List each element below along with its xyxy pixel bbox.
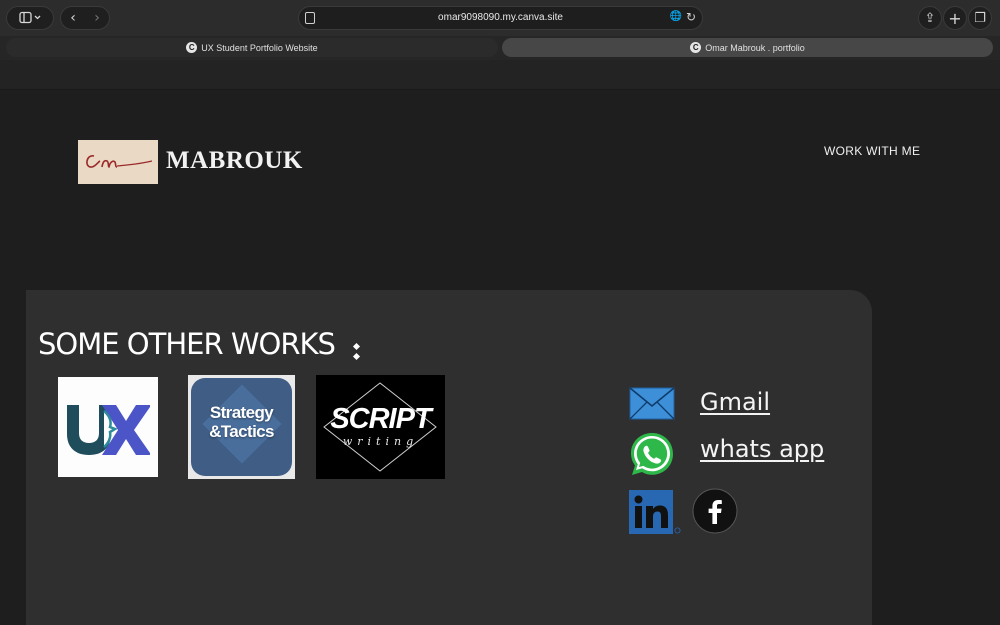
browser-toolbar: ‹ › omar9098090.my.canva.site 🌐 ↻ ⇪ + ❐ — [0, 0, 1000, 36]
canva-favicon-icon: C — [186, 42, 198, 53]
share-icon: ⇪ — [924, 10, 936, 26]
tab-label: Omar Mabrouk . portfolio — [705, 42, 805, 53]
tab-overview-icon: ❐ — [974, 10, 986, 26]
canva-favicon-icon: C — [690, 42, 702, 53]
whatsapp-icon[interactable] — [629, 431, 675, 477]
tab-ux-student-portfolio[interactable]: C UX Student Portfolio Website — [6, 38, 498, 57]
address-bar[interactable]: omar9098090.my.canva.site 🌐 ↻ — [298, 6, 703, 30]
sidebar-icon — [19, 11, 41, 24]
brand-name[interactable]: MABROUK — [166, 147, 303, 175]
whatsapp-link[interactable]: whats app — [700, 435, 824, 463]
forward-arrow-icon[interactable]: › — [85, 10, 109, 26]
strategy-line-2: &Tactics — [209, 422, 274, 441]
back-arrow-icon[interactable]: ‹ — [61, 10, 85, 26]
script-subtitle: writing — [342, 435, 419, 448]
ux-logo-icon — [67, 405, 150, 455]
strategy-tile: Strategy &Tactics — [191, 378, 292, 476]
share-button[interactable]: ⇪ — [918, 6, 942, 30]
section-title: SOME OTHER WORKS — [38, 327, 336, 361]
work-thumbnail-strategy-tactics[interactable]: Strategy &Tactics — [188, 375, 295, 479]
logo[interactable] — [78, 140, 158, 184]
facebook-icon[interactable] — [692, 488, 738, 534]
linkedin-icon[interactable] — [629, 490, 681, 534]
tab-label: UX Student Portfolio Website — [201, 42, 318, 53]
gmail-link[interactable]: Gmail — [700, 388, 770, 416]
work-thumbnail-script-writing[interactable]: SCRIPT writing — [316, 375, 445, 479]
reload-icon[interactable]: ↻ — [686, 10, 696, 24]
address-url[interactable]: omar9098090.my.canva.site — [299, 12, 702, 23]
new-tab-button[interactable]: + — [943, 6, 967, 30]
tab-omar-mabrouk-portfolio[interactable]: C Omar Mabrouk . portfolio — [502, 38, 993, 57]
sidebar-toggle-button[interactable] — [6, 6, 54, 30]
strategy-line-1: Strategy — [209, 403, 274, 422]
page-content: MABROUK WORK WITH ME SOME OTHER WORKS St… — [0, 90, 1000, 625]
title-colon-decoration — [352, 341, 361, 363]
translate-icon[interactable]: 🌐 — [670, 11, 682, 22]
navigation-buttons: ‹ › — [60, 6, 110, 30]
tab-overview-button[interactable]: ❐ — [968, 6, 992, 30]
mail-icon[interactable] — [629, 387, 675, 420]
signature-logo-icon — [86, 155, 153, 168]
work-thumbnail-ux[interactable] — [58, 377, 158, 477]
toolbar-spacer — [0, 60, 1000, 90]
plus-icon: + — [948, 8, 962, 28]
script-title: SCRIPT — [330, 403, 431, 435]
strategy-title: Strategy &Tactics — [191, 403, 292, 441]
work-with-me-link[interactable]: WORK WITH ME — [824, 144, 920, 158]
